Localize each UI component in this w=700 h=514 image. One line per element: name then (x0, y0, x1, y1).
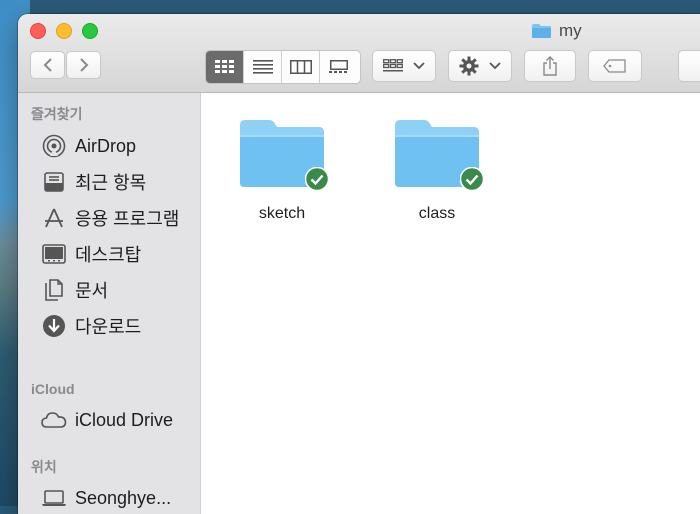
close-button[interactable] (30, 23, 46, 39)
desktop-icon (41, 241, 67, 267)
documents-icon (41, 277, 67, 303)
tag-icon (603, 59, 626, 73)
gear-icon (459, 56, 479, 76)
sidebar: 즐겨찾기 AirDrop 최근 항목 응용 프로그램 데스크탑 문서 다운로드 … (18, 93, 201, 514)
tag-button[interactable] (588, 50, 642, 82)
sidebar-item-computer[interactable]: Seonghye... (41, 485, 171, 511)
chevron-right-icon (79, 58, 88, 72)
share-button[interactable] (524, 50, 576, 82)
finder-window: my 즐겨찾기 AirDrop 최근 항목 응용 프로그램 데스크탑 문서 다운… (18, 14, 700, 514)
checkmark-icon (460, 167, 484, 191)
forward-button[interactable] (66, 51, 101, 79)
cloud-icon (41, 407, 67, 433)
sidebar-item-label: AirDrop (75, 135, 137, 156)
airdrop-icon (41, 133, 67, 159)
grid-icon (214, 60, 234, 73)
search-field[interactable] (678, 50, 700, 82)
sidebar-item-label: 최근 항목 (75, 173, 147, 193)
sidebar-item-recents[interactable]: 최근 항목 (41, 169, 146, 195)
folder-item[interactable]: class (377, 117, 497, 223)
gallery-view-button[interactable] (320, 51, 358, 83)
chevron-left-icon (43, 58, 52, 72)
chevron-down-icon (489, 62, 501, 70)
icloud-header: iCloud (31, 381, 75, 397)
gallery-icon (329, 60, 348, 73)
group-icon (383, 59, 403, 72)
laptop-icon (41, 485, 67, 511)
folder-icon (532, 24, 551, 38)
sidebar-item-label: 응용 프로그램 (75, 209, 180, 229)
folder-item[interactable]: sketch (222, 117, 342, 223)
list-view-button[interactable] (244, 51, 282, 83)
locations-header: 위치 (31, 459, 57, 475)
applications-icon (41, 205, 67, 231)
columns-icon (289, 60, 312, 74)
window-title-text: my (559, 21, 582, 40)
chevron-down-icon (413, 62, 425, 70)
sidebar-item-documents[interactable]: 문서 (41, 277, 108, 303)
sidebar-item-desktop[interactable]: 데스크탑 (41, 241, 141, 267)
title-bar: my (18, 14, 700, 93)
file-name: class (418, 205, 456, 222)
view-mode-control (205, 50, 361, 84)
recents-icon (41, 169, 67, 195)
back-button[interactable] (30, 51, 65, 79)
sidebar-item-label: iCloud Drive (75, 409, 174, 430)
window-title: my (531, 20, 582, 42)
sidebar-item-downloads[interactable]: 다운로드 (41, 313, 141, 339)
sidebar-item-label: Seonghye... (75, 487, 172, 508)
list-icon (252, 60, 273, 74)
sidebar-item-label: 문서 (75, 281, 109, 301)
file-browser-content: sketch class (201, 93, 700, 514)
zoom-button[interactable] (82, 23, 98, 39)
favorites-header: 즐겨찾기 (31, 106, 83, 122)
folder-icon (237, 117, 329, 191)
checkmark-icon (305, 167, 329, 191)
sidebar-item-airdrop[interactable]: AirDrop (41, 133, 136, 159)
minimize-button[interactable] (56, 23, 72, 39)
sidebar-item-label: 다운로드 (75, 317, 142, 337)
file-name: sketch (258, 205, 306, 222)
folder-icon (392, 117, 484, 191)
column-view-button[interactable] (282, 51, 320, 83)
downloads-icon (41, 313, 67, 339)
sidebar-item-icloud-drive[interactable]: iCloud Drive (41, 407, 173, 433)
icon-view-button[interactable] (206, 51, 244, 83)
sidebar-item-label: 데스크탑 (75, 245, 142, 265)
action-menu-button[interactable] (448, 50, 512, 82)
sidebar-item-applications[interactable]: 응용 프로그램 (41, 205, 179, 231)
group-by-button[interactable] (372, 50, 436, 82)
share-icon (543, 56, 557, 76)
